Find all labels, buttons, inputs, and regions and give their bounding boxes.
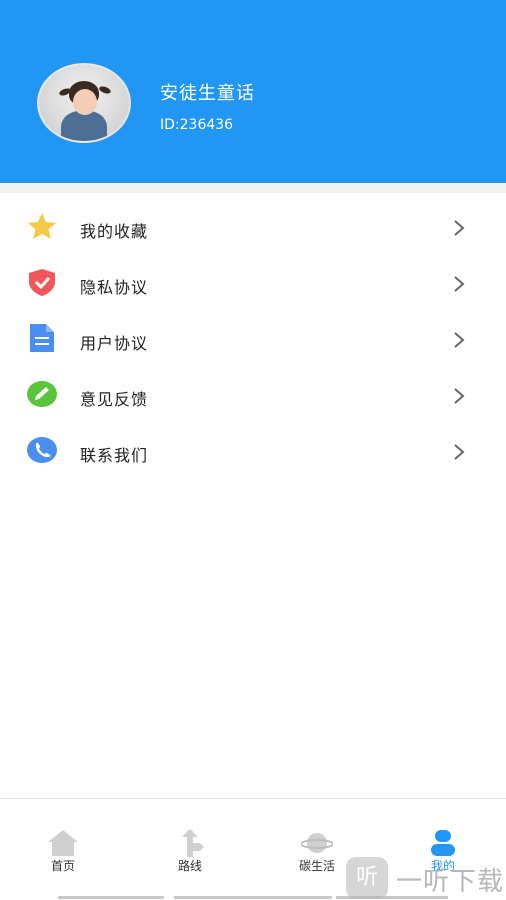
watermark: 听 一听下载 (346, 855, 506, 900)
signpost-icon (182, 829, 204, 857)
phone-icon (27, 437, 57, 463)
menu-item-label: 用户协议 (80, 334, 149, 353)
document-icon (30, 324, 54, 352)
chevron-right-icon (454, 276, 465, 292)
pencil-icon (27, 381, 57, 407)
tab-indicator (58, 896, 164, 899)
menu-item-privacy[interactable]: 隐私协议 (0, 256, 506, 312)
home-icon (48, 830, 78, 856)
profile-username: 安徒生童话 (160, 83, 255, 104)
menu-item-label: 联系我们 (80, 446, 149, 465)
tab-route-label: 路线 (177, 859, 202, 873)
menu-item-contact[interactable]: 联系我们 (0, 424, 506, 480)
watermark-text: 一听下载 (396, 867, 505, 897)
menu-item-favorites[interactable]: 我的收藏 (0, 200, 506, 256)
star-icon (28, 213, 56, 239)
chevron-right-icon (454, 332, 465, 348)
menu-item-label: 隐私协议 (80, 278, 149, 297)
avatar[interactable] (37, 63, 131, 143)
menu-item-label: 意见反馈 (80, 390, 149, 409)
planet-icon (301, 833, 333, 853)
shield-icon (29, 269, 55, 296)
chevron-right-icon (454, 220, 465, 236)
chevron-right-icon (454, 444, 465, 460)
chevron-right-icon (454, 388, 465, 404)
tab-home[interactable]: 首页 (23, 829, 103, 879)
menu-item-label: 我的收藏 (80, 222, 149, 241)
tab-route[interactable]: 路线 (150, 829, 230, 879)
tab-carbon-life-label: 碳生活 (298, 859, 335, 873)
watermark-logo-icon: 听 (346, 857, 388, 899)
profile-user-id: ID:236436 (160, 117, 234, 133)
profile-header: 安徒生童话 ID:236436 (0, 0, 506, 183)
header-divider (0, 183, 506, 193)
menu-item-user-agreement[interactable]: 用户协议 (0, 312, 506, 368)
tab-indicator (174, 896, 332, 899)
user-icon (431, 830, 455, 856)
menu-item-feedback[interactable]: 意见反馈 (0, 368, 506, 424)
settings-menu: 我的收藏 隐私协议 用户协议 意见反馈 联系我们 (0, 200, 506, 480)
tab-carbon-life[interactable]: 碳生活 (277, 829, 357, 879)
tab-home-label: 首页 (50, 859, 75, 873)
